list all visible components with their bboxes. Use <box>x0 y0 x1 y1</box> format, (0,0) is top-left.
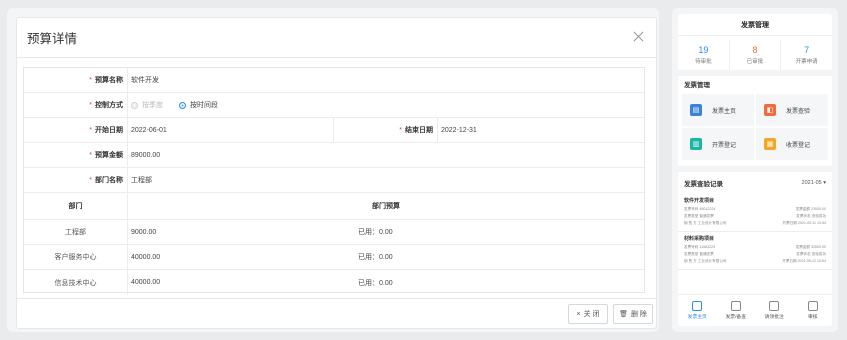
receive-register-icon: ▦ <box>764 138 776 150</box>
tab-invoice-home[interactable]: 发票主页 <box>678 295 717 326</box>
close-icon: × <box>576 310 581 318</box>
budget-detail-dialog: 预算详情 * 预算名称 软件开发 * 控制方式 按季度 按时间段 * 开始日期 202… <box>7 8 659 332</box>
column-header-dept: 部门 <box>24 193 128 219</box>
budget-cell: 9000.00 <box>131 228 157 236</box>
radio-by-period[interactable]: 按时间段 <box>179 100 218 110</box>
section-title: 发票管理 <box>684 82 710 89</box>
budget-amount-value: 89000.00 <box>131 151 161 159</box>
stat-number: 8 <box>752 45 758 55</box>
dept-name-value: 工程部 <box>131 177 152 184</box>
field-row-dept: * 部门名称 工程部 <box>24 168 644 193</box>
dialog-title: 预算详情 <box>27 32 78 46</box>
document-icon <box>730 301 741 311</box>
table-row: 工程部 9000.00 已用：0.00 <box>24 220 644 245</box>
tab-invoice-query[interactable]: 发票/备查 <box>717 295 756 326</box>
invoice-verify-icon: ◧ <box>764 104 776 116</box>
tile-invoice-verify[interactable]: ◧ 发票查验 <box>756 94 828 126</box>
function-grid: ▤ 发票主页 ◧ 发票查验 ▥ 开票登记 ▦ 收票登记 <box>678 92 832 166</box>
budget-form: * 预算名称 软件开发 * 控制方式 按季度 按时间段 * 开始日期 2022-06-… <box>23 67 645 295</box>
stat-number: 19 <box>698 45 709 55</box>
field-row-amount: * 预算金额 89000.00 <box>24 143 644 168</box>
radio-by-quarter[interactable]: 按季度 <box>131 100 163 110</box>
stat-number: 7 <box>804 45 810 55</box>
table-row: 信息技术中心 40000.00 已用：0.00 <box>24 270 644 295</box>
stat-label: 待审批 <box>695 59 712 65</box>
required-mark: * <box>399 126 402 134</box>
dialog-header: 预算详情 <box>17 18 656 58</box>
close-button[interactable]: × 关 闭 <box>568 304 608 324</box>
used-cell: 已用：0.00 <box>358 229 393 236</box>
dept-cell: 工程部 <box>24 220 128 244</box>
budget-cell: 40000.00 <box>131 279 161 286</box>
required-mark: * <box>89 101 92 109</box>
stats-bar: 19 待审批 8 已审批 7 开票申请 <box>678 40 832 70</box>
used-cell: 已用：0.00 <box>358 279 393 287</box>
records-header: 发票查验记录 2021-05 ▾ <box>678 172 832 194</box>
records-title: 发票查验记录 <box>684 181 723 188</box>
list-item[interactable]: 材料采购项目 发票号码 11583224 发票金额 32600.00 发票类型 普… <box>678 232 832 270</box>
dialog-panel: 预算详情 * 预算名称 软件开发 * 控制方式 按季度 按时间段 * 开始日期 202… <box>16 17 657 329</box>
stat-label: 开票申请 <box>795 59 818 65</box>
used-cell: 已用：0.00 <box>358 254 393 261</box>
dept-cell: 客户服务中心 <box>24 245 128 269</box>
stat-approved[interactable]: 8 已审批 <box>730 40 782 70</box>
close-icon[interactable] <box>632 30 646 44</box>
required-mark: * <box>89 126 92 134</box>
mobile-page-title: 发票管理 <box>678 14 832 36</box>
required-mark: * <box>89 76 92 84</box>
dept-budget-table-header: 部门 部门预算 <box>24 193 644 220</box>
tile-invoice-home[interactable]: ▤ 发票主页 <box>682 94 754 126</box>
budget-cell: 40000.00 <box>131 253 161 261</box>
dept-name-label: 部门名称 <box>95 177 123 184</box>
control-mode-label: 控制方式 <box>95 102 123 109</box>
field-row-control: * 控制方式 按季度 按时间段 <box>24 93 644 118</box>
tab-requests[interactable]: 请领批注 <box>755 295 794 326</box>
dept-cell: 信息技术中心 <box>24 270 128 295</box>
end-date-value: 2022-12-31 <box>441 126 477 134</box>
budget-name-value: 软件开发 <box>131 77 159 84</box>
trash-icon: 🗑 <box>619 311 628 318</box>
mobile-preview: 发票管理 19 待审批 8 已审批 7 开票申请 发票管理 ▤ 发票主页 ◧ 发… <box>672 8 838 332</box>
bottom-tab-bar: 发票主页 发票/备查 请领批注 审核 <box>678 294 832 326</box>
dialog-footer: × 关 闭 🗑 删 除 <box>17 298 656 328</box>
delete-button[interactable]: 🗑 删 除 <box>613 304 653 324</box>
record-name: 材料采购项目 <box>684 236 715 242</box>
tile-issue-register[interactable]: ▥ 开票登记 <box>682 128 754 160</box>
required-mark: * <box>89 151 92 159</box>
budget-amount-label: 预算金额 <box>95 152 123 159</box>
issue-register-icon: ▥ <box>690 138 702 150</box>
review-icon <box>807 301 818 311</box>
mobile-screen: 发票管理 19 待审批 8 已审批 7 开票申请 发票管理 ▤ 发票主页 ◧ 发… <box>678 14 832 326</box>
stat-pending[interactable]: 19 待审批 <box>678 40 730 70</box>
budget-name-label: 预算名称 <box>95 77 123 84</box>
column-header-budget: 部门预算 <box>372 203 400 210</box>
end-date-label: 结束日期 <box>405 127 433 134</box>
home-icon <box>692 301 703 311</box>
field-row-name: * 预算名称 软件开发 <box>24 68 644 93</box>
folder-icon <box>769 301 780 311</box>
invoice-home-icon: ▤ <box>690 104 702 116</box>
tab-review[interactable]: 审核 <box>794 295 833 326</box>
stat-invoice-request[interactable]: 7 开票申请 <box>781 40 832 70</box>
stat-label: 已审批 <box>746 59 764 65</box>
field-row-dates: * 开始日期 2022-06-01 * 结束日期 2022-12-31 <box>24 118 644 143</box>
tile-receive-register[interactable]: ▦ 收票登记 <box>756 128 828 160</box>
start-date-value: 2022-06-01 <box>128 118 334 142</box>
table-row: 客户服务中心 40000.00 已用：0.00 <box>24 245 644 270</box>
required-mark: * <box>89 176 92 184</box>
month-select[interactable]: 2021-05 ▾ <box>802 180 826 186</box>
start-date-label: 开始日期 <box>95 127 123 134</box>
list-item[interactable]: 软件开发项目 发票号码 45012224 发票金额 23000.00 发票类型 普… <box>678 194 832 232</box>
record-name: 软件开发项目 <box>684 198 715 204</box>
